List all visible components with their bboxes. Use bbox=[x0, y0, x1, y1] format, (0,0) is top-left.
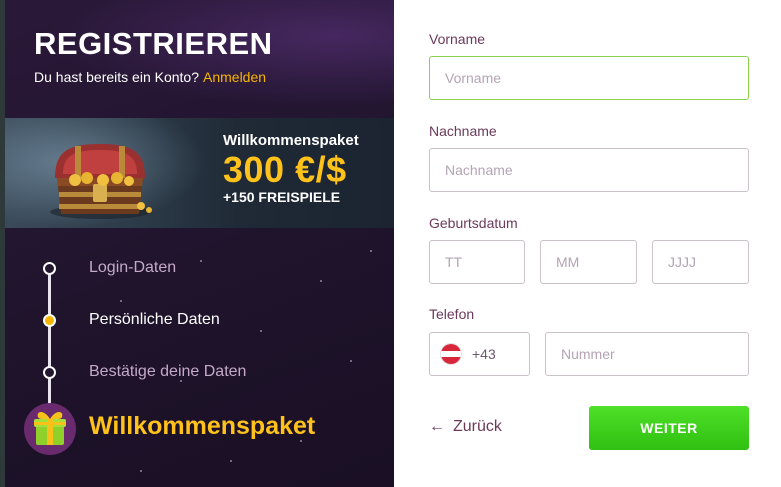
step-label: Persönliche Daten bbox=[89, 311, 220, 328]
page-title: REGISTRIEREN bbox=[34, 26, 273, 61]
back-label: Zurück bbox=[453, 418, 502, 435]
step-label: Bestätige deine Daten bbox=[89, 363, 247, 380]
step-dot-icon bbox=[43, 262, 56, 275]
step-dot-active-icon bbox=[43, 314, 56, 327]
phone-label: Telefon bbox=[429, 306, 475, 322]
panel-edge bbox=[0, 0, 5, 487]
next-button[interactable]: WEITER bbox=[589, 406, 749, 450]
login-prompt: Du hast bereits ein Konto? Anmelden bbox=[34, 69, 266, 85]
birth-year-input[interactable]: JJJJ bbox=[652, 240, 749, 284]
first-name-label: Vorname bbox=[429, 31, 486, 47]
banner-kicker: Willkommenspaket bbox=[223, 132, 359, 149]
birthdate-label: Geburtsdatum bbox=[429, 215, 518, 231]
step-label: Login-Daten bbox=[89, 259, 177, 276]
country-code-select[interactable]: +43 bbox=[429, 332, 530, 376]
last-name-label: Nachname bbox=[429, 123, 497, 139]
last-name-input[interactable]: Nachname bbox=[429, 148, 749, 192]
banner-free-spins: +150 FREISPIELE bbox=[223, 189, 341, 205]
birth-day-input[interactable]: TT bbox=[429, 240, 525, 284]
phone-number-input[interactable]: Nummer bbox=[545, 332, 749, 376]
phone-number-placeholder: Nummer bbox=[561, 346, 615, 362]
step-dot-icon bbox=[43, 366, 56, 379]
promo-panel: REGISTRIEREN Du hast bereits ein Konto? A… bbox=[0, 0, 394, 487]
first-name-placeholder: Vorname bbox=[445, 70, 502, 86]
birth-month-placeholder: MM bbox=[556, 254, 580, 270]
arrow-left-icon: ← bbox=[429, 418, 445, 435]
gift-icon-wrapper bbox=[24, 403, 76, 455]
birth-month-input[interactable]: MM bbox=[540, 240, 637, 284]
back-button[interactable]: ← Zurück bbox=[429, 418, 502, 436]
birth-day-placeholder: TT bbox=[445, 254, 463, 270]
final-step-label: Willkommenspaket bbox=[89, 412, 316, 440]
banner-text: Willkommenspaket 300 €/$ +150 FREISPIELE bbox=[223, 132, 359, 205]
birth-year-placeholder: JJJJ bbox=[668, 254, 696, 270]
gift-icon bbox=[34, 412, 66, 445]
austria-flag-icon bbox=[440, 343, 462, 365]
progress-line bbox=[48, 268, 51, 418]
login-link[interactable]: Anmelden bbox=[203, 69, 266, 85]
last-name-placeholder: Nachname bbox=[445, 162, 513, 178]
first-name-input[interactable]: Vorname bbox=[429, 56, 749, 100]
country-prefix: +43 bbox=[472, 346, 496, 362]
login-prompt-text: Du hast bereits ein Konto? bbox=[34, 69, 199, 85]
treasure-chest-icon bbox=[50, 144, 152, 219]
welcome-banner: Willkommenspaket 300 €/$ +150 FREISPIELE bbox=[5, 118, 394, 228]
banner-amount: 300 €/$ bbox=[223, 149, 347, 190]
